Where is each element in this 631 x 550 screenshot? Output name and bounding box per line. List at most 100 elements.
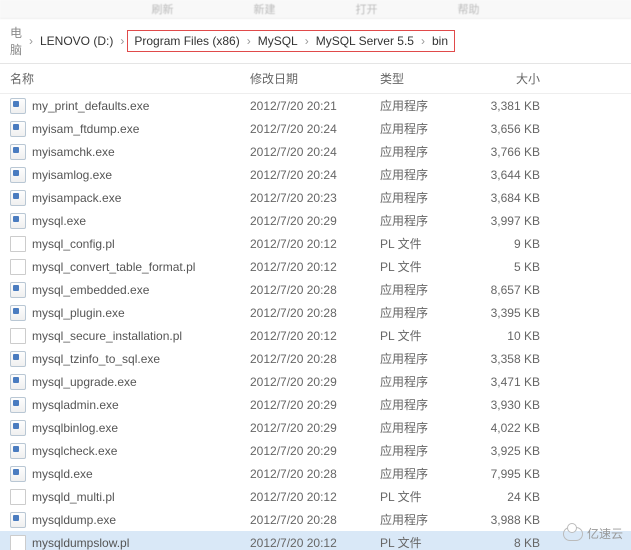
breadcrumb-segment[interactable]: MySQL Server 5.5 — [312, 32, 418, 50]
table-row[interactable]: mysqldump.exe2012/7/20 20:28应用程序3,988 KB — [0, 508, 631, 531]
file-name-cell[interactable]: mysql_upgrade.exe — [10, 374, 250, 390]
table-row[interactable]: mysql_secure_installation.pl2012/7/20 20… — [0, 324, 631, 347]
file-name-label: mysql.exe — [32, 214, 86, 228]
file-size: 10 KB — [470, 329, 540, 343]
table-row[interactable]: mysqladmin.exe2012/7/20 20:29应用程序3,930 K… — [0, 393, 631, 416]
table-row[interactable]: myisamlog.exe2012/7/20 20:24应用程序3,644 KB — [0, 163, 631, 186]
table-row[interactable]: myisampack.exe2012/7/20 20:23应用程序3,684 K… — [0, 186, 631, 209]
file-name-cell[interactable]: mysqlcheck.exe — [10, 443, 250, 459]
file-name-cell[interactable]: mysql_plugin.exe — [10, 305, 250, 321]
file-name-label: mysqld.exe — [32, 467, 93, 481]
file-size: 3,395 KB — [470, 306, 540, 320]
table-row[interactable]: mysql_plugin.exe2012/7/20 20:28应用程序3,395… — [0, 301, 631, 324]
file-date: 2012/7/20 20:23 — [250, 191, 380, 205]
breadcrumb-segment[interactable]: bin — [428, 32, 452, 50]
file-date: 2012/7/20 20:21 — [250, 99, 380, 113]
file-name-cell[interactable]: mysql_convert_table_format.pl — [10, 259, 250, 275]
table-row[interactable]: mysqldumpslow.pl2012/7/20 20:12PL 文件8 KB — [0, 531, 631, 550]
file-name-cell[interactable]: myisampack.exe — [10, 190, 250, 206]
chevron-right-icon: › — [117, 34, 127, 48]
table-row[interactable]: mysql_config.pl2012/7/20 20:12PL 文件9 KB — [0, 232, 631, 255]
file-type: 应用程序 — [380, 212, 470, 229]
table-row[interactable]: mysql.exe2012/7/20 20:29应用程序3,997 KB — [0, 209, 631, 232]
column-header-name[interactable]: 名称 — [10, 70, 250, 87]
toolbar-ghost-item: 打开 — [356, 1, 378, 17]
file-size: 3,358 KB — [470, 352, 540, 366]
toolbar-ghost-item: 新建 — [254, 1, 276, 17]
file-size: 9 KB — [470, 237, 540, 251]
application-icon — [10, 374, 26, 390]
application-icon — [10, 121, 26, 137]
file-size: 8,657 KB — [470, 283, 540, 297]
file-type: 应用程序 — [380, 373, 470, 390]
file-name-cell[interactable]: mysql_embedded.exe — [10, 282, 250, 298]
file-name-cell[interactable]: mysqld_multi.pl — [10, 489, 250, 505]
application-icon — [10, 466, 26, 482]
file-name-cell[interactable]: my_print_defaults.exe — [10, 98, 250, 114]
file-size: 3,656 KB — [470, 122, 540, 136]
application-icon — [10, 144, 26, 160]
file-name-label: mysqladmin.exe — [32, 398, 119, 412]
table-row[interactable]: my_print_defaults.exe2012/7/20 20:21应用程序… — [0, 94, 631, 117]
table-row[interactable]: mysqld.exe2012/7/20 20:28应用程序7,995 KB — [0, 462, 631, 485]
file-date: 2012/7/20 20:29 — [250, 214, 380, 228]
file-size: 8 KB — [470, 536, 540, 550]
file-date: 2012/7/20 20:29 — [250, 398, 380, 412]
chevron-right-icon: › — [26, 34, 36, 48]
breadcrumb-segment[interactable]: MySQL — [254, 32, 302, 50]
file-name-cell[interactable]: mysqld.exe — [10, 466, 250, 482]
file-date: 2012/7/20 20:24 — [250, 145, 380, 159]
file-type: 应用程序 — [380, 189, 470, 206]
file-name-cell[interactable]: mysql_secure_installation.pl — [10, 328, 250, 344]
chevron-right-icon: › — [302, 34, 312, 48]
file-size: 3,381 KB — [470, 99, 540, 113]
file-name-cell[interactable]: myisam_ftdump.exe — [10, 121, 250, 137]
breadcrumb-segment[interactable]: Program Files (x86) — [130, 32, 243, 50]
file-type: PL 文件 — [380, 258, 470, 275]
toolbar-ghost-item: 帮助 — [458, 1, 480, 17]
table-row[interactable]: mysqlbinlog.exe2012/7/20 20:29应用程序4,022 … — [0, 416, 631, 439]
file-name-cell[interactable]: mysqldumpslow.pl — [10, 535, 250, 550]
table-row[interactable]: myisam_ftdump.exe2012/7/20 20:24应用程序3,65… — [0, 117, 631, 140]
table-row[interactable]: mysqlcheck.exe2012/7/20 20:29应用程序3,925 K… — [0, 439, 631, 462]
table-row[interactable]: mysql_convert_table_format.pl2012/7/20 2… — [0, 255, 631, 278]
file-date: 2012/7/20 20:24 — [250, 122, 380, 136]
column-header-size[interactable]: 大小 — [470, 70, 540, 87]
file-name-cell[interactable]: mysql.exe — [10, 213, 250, 229]
application-icon — [10, 512, 26, 528]
file-type: PL 文件 — [380, 534, 470, 550]
file-type: 应用程序 — [380, 281, 470, 298]
file-name-cell[interactable]: mysql_config.pl — [10, 236, 250, 252]
column-headers: 名称 修改日期 类型 大小 — [0, 64, 631, 94]
file-name-cell[interactable]: mysql_tzinfo_to_sql.exe — [10, 351, 250, 367]
cloud-icon — [563, 527, 583, 541]
file-type: 应用程序 — [380, 350, 470, 367]
file-size: 3,471 KB — [470, 375, 540, 389]
file-size: 3,930 KB — [470, 398, 540, 412]
table-row[interactable]: mysql_tzinfo_to_sql.exe2012/7/20 20:28应用… — [0, 347, 631, 370]
file-type: 应用程序 — [380, 442, 470, 459]
table-row[interactable]: myisamchk.exe2012/7/20 20:24应用程序3,766 KB — [0, 140, 631, 163]
table-row[interactable]: mysql_upgrade.exe2012/7/20 20:29应用程序3,47… — [0, 370, 631, 393]
file-icon — [10, 535, 26, 550]
file-name-cell[interactable]: myisamchk.exe — [10, 144, 250, 160]
file-name-cell[interactable]: mysqlbinlog.exe — [10, 420, 250, 436]
file-name-cell[interactable]: mysqladmin.exe — [10, 397, 250, 413]
file-size: 4,022 KB — [470, 421, 540, 435]
column-header-type[interactable]: 类型 — [380, 70, 470, 87]
file-name-cell[interactable]: myisamlog.exe — [10, 167, 250, 183]
file-type: 应用程序 — [380, 97, 470, 114]
file-date: 2012/7/20 20:24 — [250, 168, 380, 182]
file-type: 应用程序 — [380, 120, 470, 137]
file-name-cell[interactable]: mysqldump.exe — [10, 512, 250, 528]
file-date: 2012/7/20 20:12 — [250, 237, 380, 251]
table-row[interactable]: mysql_embedded.exe2012/7/20 20:28应用程序8,6… — [0, 278, 631, 301]
table-row[interactable]: mysqld_multi.pl2012/7/20 20:12PL 文件24 KB — [0, 485, 631, 508]
watermark: 亿速云 — [563, 525, 623, 542]
breadcrumb[interactable]: 电脑 › LENOVO (D:) › Program Files (x86) ›… — [0, 19, 631, 64]
column-header-date[interactable]: 修改日期 — [250, 70, 380, 87]
breadcrumb-root[interactable]: 电脑 — [6, 24, 26, 58]
top-toolbar: 刷新 新建 打开 帮助 — [0, 0, 631, 19]
file-size: 3,684 KB — [470, 191, 540, 205]
breadcrumb-drive[interactable]: LENOVO (D:) — [36, 32, 117, 50]
